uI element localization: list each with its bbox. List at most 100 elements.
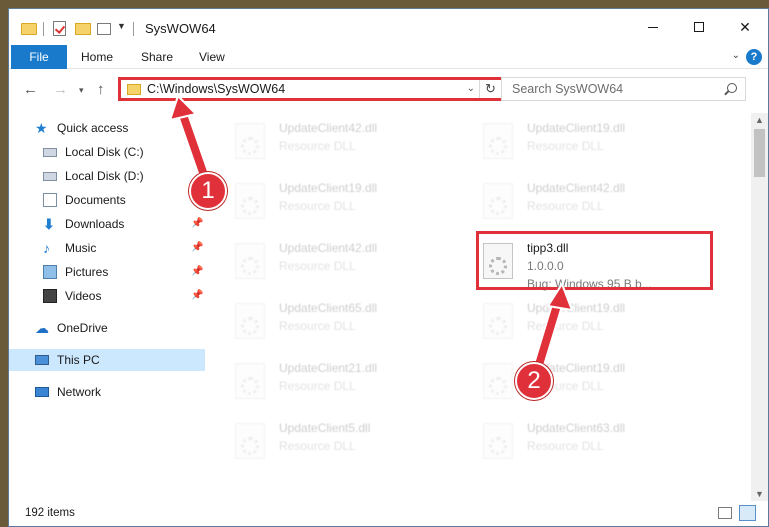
ribbon: File Home Share View ⌄ ? [9, 45, 768, 69]
sidebar-item-documents[interactable]: Documents 📌 [9, 189, 205, 211]
close-icon: ✕ [739, 18, 751, 35]
file-description: Resource DLL [279, 199, 356, 213]
tiles-view-icon[interactable] [739, 505, 756, 521]
dll-file-icon [483, 423, 513, 459]
search-icon[interactable] [727, 83, 737, 93]
file-name: UpdateClient63.dll [527, 421, 626, 435]
file-description: Resource DLL [527, 199, 604, 213]
sidebar-item-music[interactable]: ♪ Music 📌 [9, 237, 205, 259]
pin-icon[interactable]: 📌 [191, 290, 203, 301]
sidebar-item-label: Music [65, 241, 97, 255]
step-1-callout: 1 [189, 172, 227, 210]
list-item[interactable]: UpdateClient19.dll Resource DLL [471, 297, 707, 349]
file-name: UpdateClient19.dll [527, 121, 626, 135]
back-button[interactable]: ← [23, 81, 38, 98]
file-name: UpdateClient65.dll [279, 301, 378, 315]
forward-button[interactable]: → [53, 81, 68, 98]
dll-file-icon [235, 423, 265, 459]
list-item[interactable]: UpdateClient42.dll Resource DLL [471, 177, 707, 229]
sidebar-item-label: Local Disk (D:) [65, 169, 144, 183]
file-name: UpdateClient19.dll [279, 181, 378, 195]
sidebar-item-onedrive[interactable]: ☁ OneDrive [9, 317, 205, 339]
downloads-icon: ⬇ [43, 216, 55, 232]
dll-file-icon [483, 363, 513, 399]
minimize-icon [648, 26, 658, 28]
star-icon: ★ [35, 120, 48, 136]
help-icon[interactable]: ? [746, 49, 762, 65]
sidebar-item-label: Pictures [65, 265, 109, 279]
file-description: Resource DLL [527, 139, 604, 153]
sidebar-item-videos[interactable]: Videos 📌 [9, 285, 205, 307]
list-item[interactable]: UpdateClient19.dll Resource DLL [471, 117, 707, 169]
pin-icon[interactable]: 📌 [191, 266, 203, 277]
divider [133, 22, 134, 36]
list-item[interactable]: UpdateClient21.dll Resource DLL [223, 357, 459, 409]
list-item[interactable]: UpdateClient5.dll Resource DLL [223, 417, 459, 469]
pin-icon[interactable]: 📌 [191, 242, 203, 253]
file-description: Resource DLL [279, 319, 356, 333]
sidebar-item-downloads[interactable]: ⬇ Downloads 📌 [9, 213, 205, 235]
chevron-down-icon[interactable]: ⌄ [467, 83, 475, 94]
scroll-up-icon[interactable]: ▲ [755, 115, 764, 125]
computer-icon [35, 355, 49, 365]
list-item[interactable]: UpdateClient63.dll Resource DLL [471, 417, 707, 469]
minimize-button[interactable] [630, 9, 676, 45]
file-name: UpdateClient42.dll [279, 121, 378, 135]
sidebar-item-network[interactable]: Network [9, 381, 205, 403]
sidebar-item-label: Documents [65, 193, 126, 207]
search-placeholder: Search SysWOW64 [512, 82, 624, 96]
file-name: UpdateClient21.dll [279, 361, 378, 375]
dll-file-icon [235, 243, 265, 279]
list-item[interactable]: UpdateClient42.dll Resource DLL [223, 237, 459, 289]
refresh-button[interactable]: ↻ [479, 80, 501, 98]
tab-home[interactable]: Home [71, 45, 123, 69]
search-input[interactable]: Search SysWOW64 [501, 77, 746, 101]
file-description: Resource DLL [279, 139, 356, 153]
sidebar-item-local-disk-d[interactable]: Local Disk (D:) [9, 165, 205, 187]
new-folder-icon[interactable] [75, 23, 91, 35]
tab-file[interactable]: File [11, 45, 67, 69]
qat-dropdown-icon[interactable]: ▼ [117, 21, 126, 37]
address-bar[interactable]: C:\Windows\SysWOW64 ⌄ ↻ [118, 77, 504, 101]
list-item[interactable]: UpdateClient19.dll Resource DLL [223, 177, 459, 229]
maximize-button[interactable] [676, 9, 722, 45]
scrollbar-thumb[interactable] [754, 129, 765, 177]
sidebar-item-label: Quick access [57, 121, 129, 135]
properties-check-icon[interactable] [53, 21, 66, 36]
network-icon [35, 387, 49, 397]
chevron-down-icon[interactable]: ⌄ [732, 50, 740, 61]
drive-icon [43, 172, 57, 181]
pictures-icon [43, 265, 57, 279]
navigation-pane: ★ Quick access Local Disk (C:) Local Dis… [9, 113, 205, 501]
close-button[interactable]: ✕ [722, 9, 768, 45]
pin-icon[interactable]: 📌 [191, 218, 203, 229]
list-item[interactable]: UpdateClient42.dll Resource DLL [223, 117, 459, 169]
videos-icon [43, 289, 57, 303]
file-description: Resource DLL [527, 439, 604, 453]
sidebar-item-local-disk-c[interactable]: Local Disk (C:) [9, 141, 205, 163]
vertical-scrollbar[interactable]: ▲ ▼ [751, 113, 768, 501]
customize-icon[interactable] [97, 23, 111, 35]
sidebar-item-pictures[interactable]: Pictures 📌 [9, 261, 205, 283]
folder-icon [127, 84, 141, 95]
tab-view[interactable]: View [189, 45, 235, 69]
list-item[interactable]: UpdateClient65.dll Resource DLL [223, 297, 459, 349]
dll-file-icon [483, 123, 513, 159]
file-description: Resource DLL [279, 439, 356, 453]
sidebar-item-label: Network [57, 385, 102, 399]
sidebar-item-label: This PC [57, 353, 100, 367]
address-row: ← → ▾ ↑ C:\Windows\SysWOW64 ⌄ ↻ Search S… [9, 73, 768, 105]
list-item[interactable]: UpdateClient19.dll Resource DLL [471, 357, 707, 409]
details-view-icon[interactable] [718, 507, 732, 519]
tab-share[interactable]: Share [131, 45, 183, 69]
recent-locations-icon[interactable]: ▾ [79, 85, 84, 96]
sidebar-item-this-pc[interactable]: This PC [9, 349, 205, 371]
sidebar-item-quick-access[interactable]: ★ Quick access [9, 117, 205, 139]
address-path[interactable]: C:\Windows\SysWOW64 [147, 82, 285, 96]
up-button[interactable]: ↑ [97, 81, 105, 98]
scroll-down-icon[interactable]: ▼ [755, 489, 764, 499]
dll-file-icon [235, 363, 265, 399]
file-description: Resource DLL [279, 379, 356, 393]
item-count: 192 items [25, 507, 75, 519]
status-bar: 192 items [9, 501, 768, 526]
